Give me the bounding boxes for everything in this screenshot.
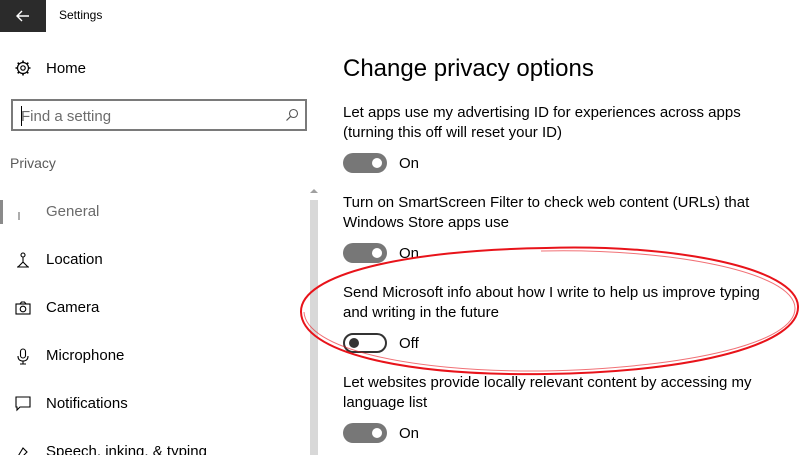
toggle-knob (372, 428, 382, 438)
main-content: Change privacy options Let apps use my a… (320, 32, 806, 455)
sidebar-item-label: Microphone (46, 347, 125, 364)
sidebar-item-label: Location (46, 251, 103, 268)
notification-icon (14, 395, 32, 413)
sidebar-item-label: Speech, inking, & typing (46, 443, 207, 455)
home-label: Home (46, 59, 87, 77)
sidebar-item-microphone[interactable]: Microphone (0, 338, 300, 374)
advertising-id-toggle[interactable] (343, 153, 387, 173)
sidebar-item-general[interactable]: General (0, 194, 300, 230)
selection-indicator (0, 200, 3, 224)
sidebar-item-notifications[interactable]: Notifications (0, 386, 300, 422)
toggle-state-label: On (399, 424, 420, 442)
setting-smartscreen: Turn on SmartScreen Filter to check web … (343, 193, 783, 263)
toggle-knob (349, 338, 359, 348)
typing-info-toggle[interactable] (343, 333, 387, 353)
microphone-icon (14, 347, 32, 365)
setting-description: Let apps use my advertising ID for exper… (343, 104, 741, 141)
sidebar-item-label: Camera (46, 299, 100, 316)
setting-description: Send Microsoft info about how I write to… (343, 284, 760, 321)
setting-advertising-id: Let apps use my advertising ID for exper… (343, 103, 783, 173)
camera-icon (14, 299, 32, 317)
toggle-knob (372, 248, 382, 258)
toggle-state-label: Off (399, 334, 419, 352)
sidebar-item-label: General (46, 203, 100, 220)
sidebar-item-speech[interactable]: Speech, inking, & typing (0, 434, 300, 455)
back-arrow-icon (16, 10, 29, 22)
sidebar: Home Privacy General Location (0, 32, 320, 455)
search-icon[interactable] (285, 108, 299, 122)
sidebar-item-location[interactable]: Location (0, 242, 300, 278)
scroll-up-arrow-icon[interactable] (310, 188, 318, 198)
toggle-row: On (343, 243, 419, 263)
toggle-row: On (343, 153, 419, 173)
setting-typing-info: Send Microsoft info about how I write to… (343, 283, 783, 353)
speech-icon (14, 443, 32, 455)
setting-description: Let websites provide locally relevant co… (343, 374, 752, 411)
smartscreen-toggle[interactable] (343, 243, 387, 263)
language-list-toggle[interactable] (343, 423, 387, 443)
location-person-icon (14, 251, 32, 269)
scrollbar-thumb[interactable] (310, 200, 318, 455)
gear-icon (15, 60, 31, 76)
page-title: Change privacy options (343, 55, 594, 82)
sidebar-item-camera[interactable]: Camera (0, 290, 300, 326)
search-input[interactable] (21, 107, 271, 125)
search-box[interactable] (11, 99, 307, 131)
toggle-row: On (343, 423, 419, 443)
setting-language-list: Let websites provide locally relevant co… (343, 373, 783, 443)
sidebar-item-label: Notifications (46, 395, 128, 412)
window-title: Settings (59, 8, 103, 22)
section-label-privacy: Privacy (10, 155, 56, 171)
title-bar: Settings (0, 0, 806, 32)
toggle-knob (372, 158, 382, 168)
back-button[interactable] (0, 0, 46, 32)
home-nav-item[interactable]: Home (14, 58, 86, 78)
toggle-state-label: On (399, 244, 420, 262)
toggle-state-label: On (399, 154, 420, 172)
sidebar-scrollbar[interactable] (308, 186, 320, 455)
toggle-row: Off (343, 333, 419, 353)
lock-icon (14, 203, 32, 221)
setting-description: Turn on SmartScreen Filter to check web … (343, 194, 750, 231)
